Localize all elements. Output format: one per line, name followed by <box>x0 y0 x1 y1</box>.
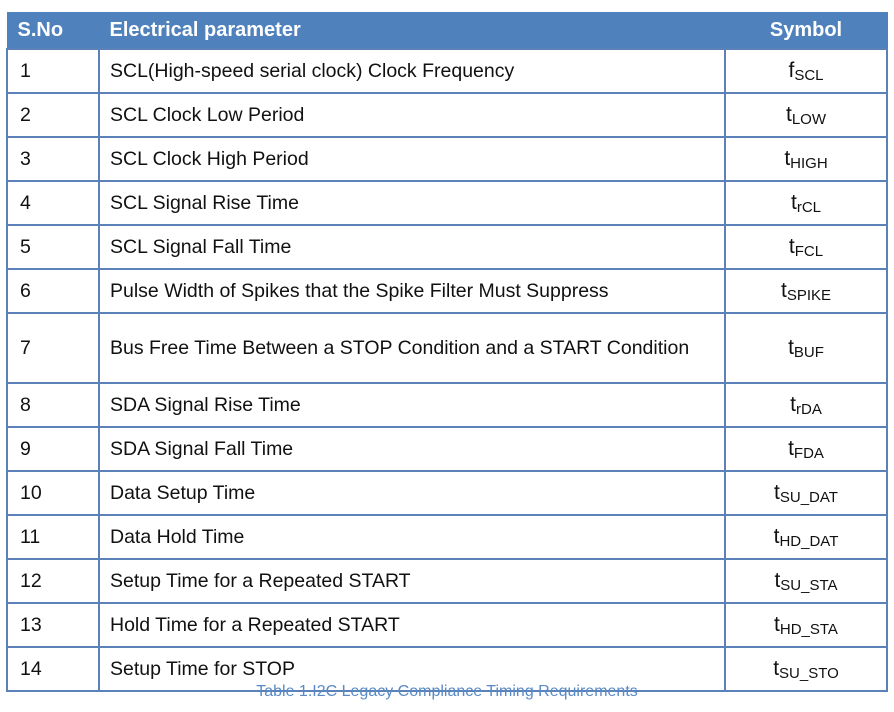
symbol-subscript: rCL <box>796 198 821 216</box>
row-number: 1 <box>6 48 100 94</box>
row-symbol: trCL <box>724 180 888 226</box>
row-parameter: SCL Signal Fall Time <box>98 224 726 270</box>
row-number: 2 <box>6 92 100 138</box>
row-parameter: Data Hold Time <box>98 514 726 560</box>
row-parameter: SCL Signal Rise Time <box>98 180 726 226</box>
table-row: 9 SDA Signal Fall Time tFDA <box>6 426 888 472</box>
table-row: 10 Data Setup Time tSU_DAT <box>6 470 888 516</box>
header-parameter: Electrical parameter <box>98 12 726 50</box>
row-number: 13 <box>6 602 100 648</box>
row-symbol: fSCL <box>724 48 888 94</box>
row-symbol: tHD_DAT <box>724 514 888 560</box>
row-number: 11 <box>6 514 100 560</box>
timing-requirements-table: S.No Electrical parameter Symbol 1 SCL(Hi… <box>6 12 888 692</box>
row-symbol: tFDA <box>724 426 888 472</box>
row-parameter: SDA Signal Fall Time <box>98 426 726 472</box>
row-parameter: Hold Time for a Repeated START <box>98 602 726 648</box>
table-row: 5 SCL Signal Fall Time tFCL <box>6 224 888 270</box>
row-parameter: SCL(High-speed serial clock) Clock Frequ… <box>98 48 726 94</box>
row-parameter: Bus Free Time Between a STOP Condition a… <box>98 312 726 384</box>
row-symbol: tSU_STA <box>724 558 888 604</box>
table-row: 4 SCL Signal Rise Time trCL <box>6 180 888 226</box>
row-number: 4 <box>6 180 100 226</box>
row-number: 10 <box>6 470 100 516</box>
row-symbol: tHIGH <box>724 136 888 182</box>
row-number: 9 <box>6 426 100 472</box>
row-symbol: tHD_STA <box>724 602 888 648</box>
symbol-subscript: SU_STA <box>780 576 838 594</box>
table-body: 1 SCL(High-speed serial clock) Clock Freq… <box>6 48 888 692</box>
row-number: 7 <box>6 312 100 384</box>
table-row: 13 Hold Time for a Repeated START tHD_STA <box>6 602 888 648</box>
row-symbol: tSPIKE <box>724 268 888 314</box>
table-row: 1 SCL(High-speed serial clock) Clock Freq… <box>6 48 888 94</box>
table-row: 2 SCL Clock Low Period tLOW <box>6 92 888 138</box>
symbol-subscript: SU_STO <box>779 664 839 682</box>
row-parameter: Setup Time for a Repeated START <box>98 558 726 604</box>
row-number: 5 <box>6 224 100 270</box>
row-parameter: SCL Clock High Period <box>98 136 726 182</box>
row-symbol: trDA <box>724 382 888 428</box>
row-number: 6 <box>6 268 100 314</box>
header-sno: S.No <box>6 12 100 50</box>
symbol-subscript: rDA <box>796 400 822 418</box>
symbol-subscript: HD_DAT <box>779 532 839 550</box>
table-caption: Table 1.I2C Legacy Compliance Timing Req… <box>256 683 638 700</box>
table-row: 12 Setup Time for a Repeated START tSU_STA <box>6 558 888 604</box>
symbol-subscript: HD_STA <box>779 620 838 638</box>
table-row: 11 Data Hold Time tHD_DAT <box>6 514 888 560</box>
symbol-subscript: FCL <box>794 242 824 260</box>
symbol-subscript: BUF <box>793 343 824 361</box>
table-row: 7 Bus Free Time Between a STOP Condition … <box>6 312 888 384</box>
row-number: 3 <box>6 136 100 182</box>
symbol-subscript: LOW <box>791 110 826 128</box>
table-row: 8 SDA Signal Rise Time trDA <box>6 382 888 428</box>
header-symbol: Symbol <box>724 12 888 50</box>
row-symbol: tSU_DAT <box>724 470 888 516</box>
symbol-subscript: HIGH <box>790 154 828 172</box>
symbol-subscript: SCL <box>794 66 824 84</box>
table-row: 3 SCL Clock High Period tHIGH <box>6 136 888 182</box>
row-symbol: tLOW <box>724 92 888 138</box>
row-symbol: tBUF <box>724 312 888 384</box>
symbol-subscript: SPIKE <box>786 286 832 304</box>
row-symbol: tFCL <box>724 224 888 270</box>
row-number: 12 <box>6 558 100 604</box>
symbol-subscript: SU_DAT <box>779 488 838 506</box>
row-number: 8 <box>6 382 100 428</box>
row-parameter: Data Setup Time <box>98 470 726 516</box>
table-row: 6 Pulse Width of Spikes that the Spike Fi… <box>6 268 888 314</box>
header-row: S.No Electrical parameter Symbol <box>6 12 888 50</box>
row-parameter: SCL Clock Low Period <box>98 92 726 138</box>
symbol-subscript: FDA <box>793 444 824 462</box>
row-parameter: Pulse Width of Spikes that the Spike Fil… <box>98 268 726 314</box>
row-parameter: SDA Signal Rise Time <box>98 382 726 428</box>
